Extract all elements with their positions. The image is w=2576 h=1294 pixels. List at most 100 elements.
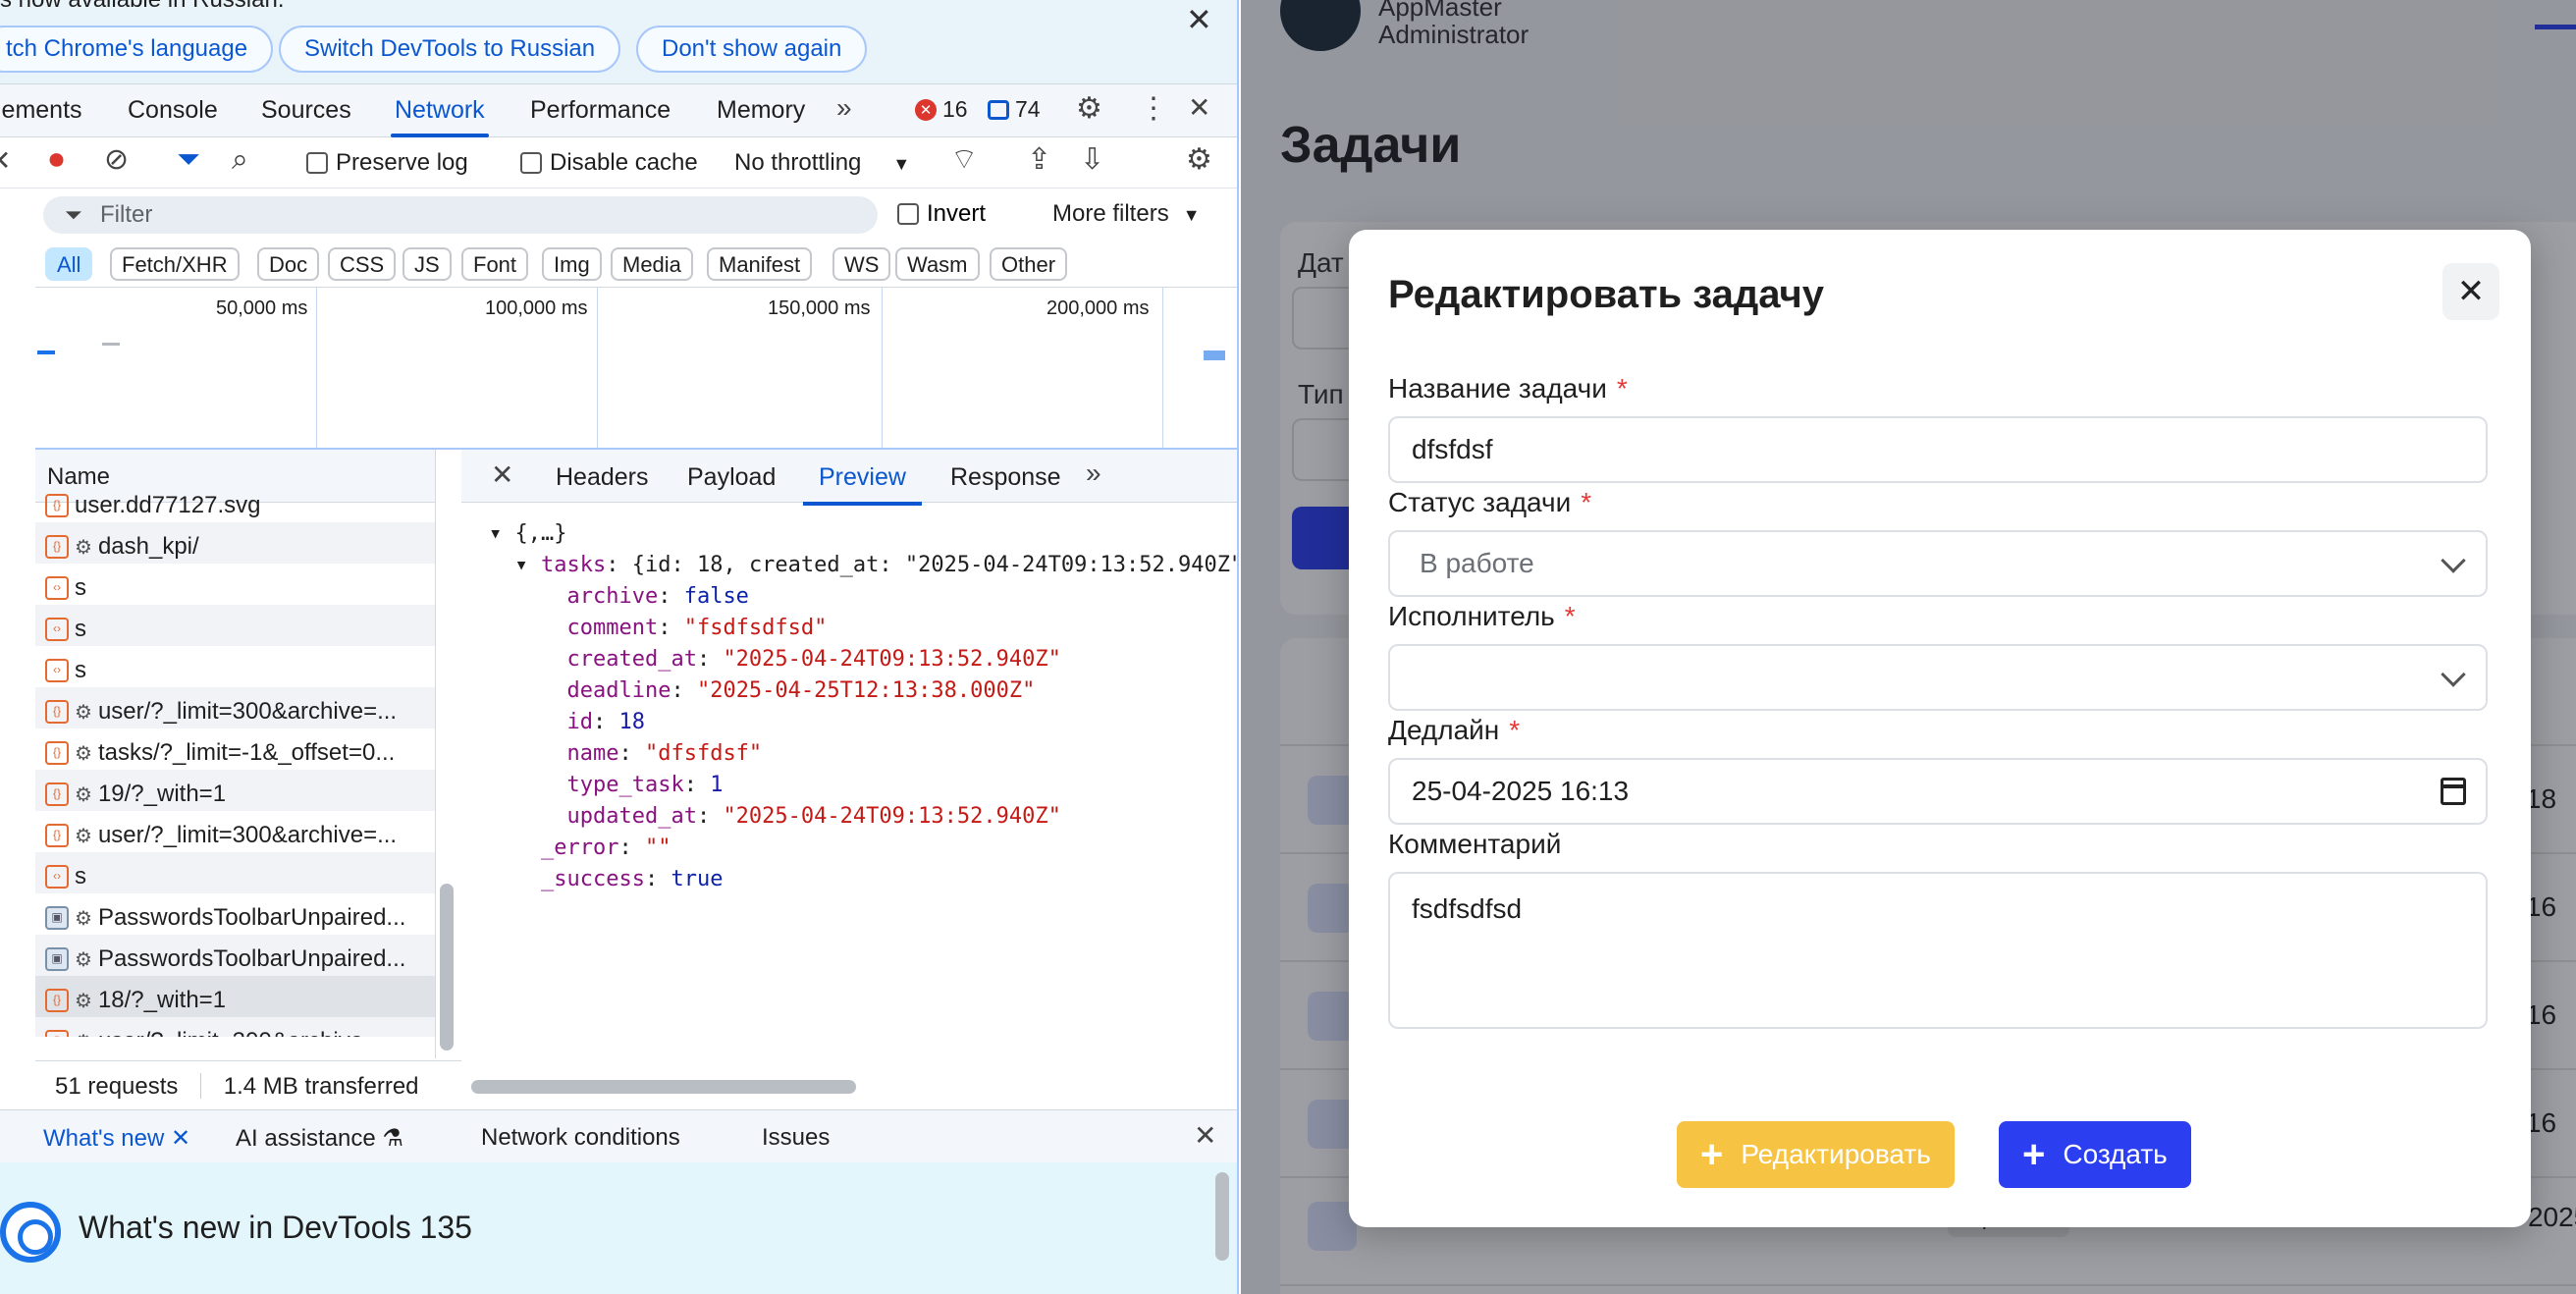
search-icon[interactable]: ⌕: [232, 145, 248, 175]
network-conditions-icon[interactable]: ⌔: [950, 145, 978, 175]
close-sidebar-icon[interactable]: ✕: [0, 147, 11, 175]
collapse-arrow-icon[interactable]: ▾: [515, 553, 528, 577]
chevron-down-icon: [2441, 662, 2466, 687]
task-status-select[interactable]: В работе: [1388, 530, 2488, 597]
deadline-input[interactable]: 25-04-2025 16:13: [1388, 758, 2488, 825]
image-file-icon: ▣: [45, 947, 69, 971]
stop-recording-icon[interactable]: ⏺: [49, 145, 64, 175]
filter-funnel-icon[interactable]: ⏷: [177, 145, 200, 175]
close-devtools-icon[interactable]: ✕: [1188, 94, 1210, 122]
collapse-arrow-icon[interactable]: ▾: [489, 521, 502, 546]
app-viewport: AppMaster Administrator Задачи Дат Тип 2…: [1241, 0, 2576, 1294]
close-drawer-icon[interactable]: ✕: [1194, 1122, 1216, 1150]
tab-elements[interactable]: lements: [0, 96, 82, 125]
executor-select[interactable]: [1388, 644, 2488, 711]
request-row[interactable]: {}⚙user/?_limit=300&archive=...: [35, 811, 435, 852]
request-row[interactable]: {} ⚙ dash_kpi/: [35, 522, 435, 564]
timeline-gridline: [882, 288, 883, 448]
type-filter-manifest[interactable]: Manifest: [707, 247, 813, 281]
tab-sources[interactable]: Sources: [261, 96, 351, 125]
calendar-icon[interactable]: [2441, 778, 2466, 805]
modal-close-button[interactable]: ✕: [2442, 263, 2499, 320]
type-filter-all[interactable]: All: [45, 247, 93, 281]
tab-preview[interactable]: Preview: [803, 463, 922, 506]
request-row[interactable]: ‹› s: [35, 852, 435, 893]
whats-new-title: What's new in DevTools 135: [79, 1210, 472, 1245]
request-row[interactable]: ‹› s: [35, 564, 435, 605]
tab-console[interactable]: Console: [128, 96, 218, 125]
request-list-scrollbar[interactable]: [440, 884, 454, 1051]
json-id-value: 18: [618, 710, 645, 734]
comment-textarea[interactable]: fsdfsdfsd: [1388, 872, 2488, 1029]
throttling-select[interactable]: No throttling ▼: [734, 149, 910, 177]
type-filter-doc[interactable]: Doc: [257, 247, 320, 281]
request-row[interactable]: {}⚙user/?_limit=300&archive=...: [35, 1017, 435, 1037]
create-button[interactable]: + Создать: [1999, 1121, 2191, 1188]
switch-chrome-language-button[interactable]: tch Chrome's language: [0, 26, 274, 73]
task-name-input[interactable]: dfsfdsf: [1388, 416, 2488, 483]
tab-network-conditions[interactable]: Network conditions: [481, 1124, 680, 1152]
request-row[interactable]: {}⚙user/?_limit=300&archive=...: [35, 687, 435, 728]
tab-headers[interactable]: Headers: [556, 463, 649, 492]
export-har-icon[interactable]: ⇩: [1080, 145, 1104, 175]
chevron-down-icon: ▼: [892, 154, 911, 174]
request-row[interactable]: {} ⚙ 19/?_with=1: [35, 770, 435, 811]
type-filter-font[interactable]: Font: [461, 247, 529, 281]
task-status-value: В работе: [1420, 548, 1534, 578]
type-filter-media[interactable]: Media: [611, 247, 693, 281]
request-name: tasks/?_limit=-1&_offset=0...: [97, 739, 396, 766]
import-har-icon[interactable]: ⇪: [1027, 145, 1051, 175]
disable-cache-checkbox[interactable]: Disable cache: [520, 149, 698, 177]
close-infobar-icon[interactable]: ✕: [1186, 4, 1212, 35]
request-row[interactable]: ▣ ⚙ PasswordsToolbarUnpaired...: [35, 935, 435, 976]
preserve-log-checkbox[interactable]: Preserve log: [306, 149, 468, 177]
more-options-icon[interactable]: ⋮: [1139, 94, 1168, 124]
tab-response[interactable]: Response: [950, 463, 1061, 492]
errors-badge[interactable]: ✕ 16: [915, 96, 968, 123]
type-filter-wasm[interactable]: Wasm: [895, 247, 980, 281]
tab-payload[interactable]: Payload: [687, 463, 776, 492]
dont-show-again-button[interactable]: Don't show again: [636, 26, 868, 73]
request-row[interactable]: {} ⚙ tasks/?_limit=-1&_offset=0...: [35, 728, 435, 770]
modal-title: Редактировать задачу: [1388, 273, 1824, 316]
tab-issues[interactable]: Issues: [762, 1124, 830, 1152]
more-filters-dropdown[interactable]: More filters ▼: [1052, 200, 1201, 228]
tab-whats-new[interactable]: What's new ✕: [27, 1124, 207, 1166]
json-tasks-summary[interactable]: {id: 18, created_at: "2025-04-24T09:13:5…: [632, 553, 1237, 577]
switch-devtools-russian-button[interactable]: Switch DevTools to Russian: [279, 26, 621, 73]
tab-network[interactable]: Network: [391, 96, 489, 137]
checkbox-icon: [306, 152, 328, 174]
more-tabs-icon[interactable]: »: [836, 94, 852, 122]
edit-button[interactable]: + Редактировать: [1677, 1121, 1955, 1188]
filter-bar: ⏷ Filter Invert More filters ▼: [0, 189, 1237, 242]
clear-icon[interactable]: ⊘: [104, 145, 129, 175]
request-row[interactable]: ‹› s: [35, 605, 435, 646]
tab-ai-assistance[interactable]: AI assistance ⚗: [236, 1124, 403, 1153]
invert-checkbox[interactable]: Invert: [897, 200, 986, 228]
type-filter-css[interactable]: CSS: [328, 247, 397, 281]
type-filter-js[interactable]: JS: [402, 247, 452, 281]
json-root[interactable]: {,…}: [515, 521, 567, 546]
json-key: tasks: [541, 553, 607, 577]
type-filter-ws[interactable]: WS: [832, 247, 891, 281]
network-settings-icon[interactable]: ⚙: [1186, 145, 1212, 175]
type-filter-img[interactable]: Img: [542, 247, 602, 281]
settings-gear-icon[interactable]: ⚙: [1076, 94, 1102, 124]
network-overview-timeline[interactable]: 50,000 ms 100,000 ms 150,000 ms 200,000 …: [35, 287, 1237, 450]
whats-new-scrollbar[interactable]: [1215, 1172, 1229, 1261]
request-row[interactable]: {} ⚙ 18/?_with=1: [35, 976, 435, 1017]
close-details-icon[interactable]: ✕: [491, 461, 513, 489]
messages-badge[interactable]: 74: [988, 96, 1041, 123]
close-tab-icon[interactable]: ✕: [171, 1125, 190, 1152]
request-row[interactable]: ‹› s: [35, 646, 435, 687]
tab-performance[interactable]: Performance: [530, 96, 671, 125]
preview-horizontal-scrollbar[interactable]: [471, 1080, 856, 1094]
type-filter-fetch-xhr[interactable]: Fetch/XHR: [110, 247, 240, 281]
filter-input[interactable]: ⏷ Filter: [43, 196, 878, 234]
service-worker-gear-icon: ⚙: [75, 990, 92, 1012]
xhr-icon: {}: [45, 989, 69, 1012]
tab-memory[interactable]: Memory: [717, 96, 805, 125]
request-row[interactable]: ▣ ⚙ PasswordsToolbarUnpaired...: [35, 893, 435, 935]
more-tabs-icon[interactable]: »: [1086, 459, 1101, 487]
type-filter-other[interactable]: Other: [990, 247, 1068, 281]
